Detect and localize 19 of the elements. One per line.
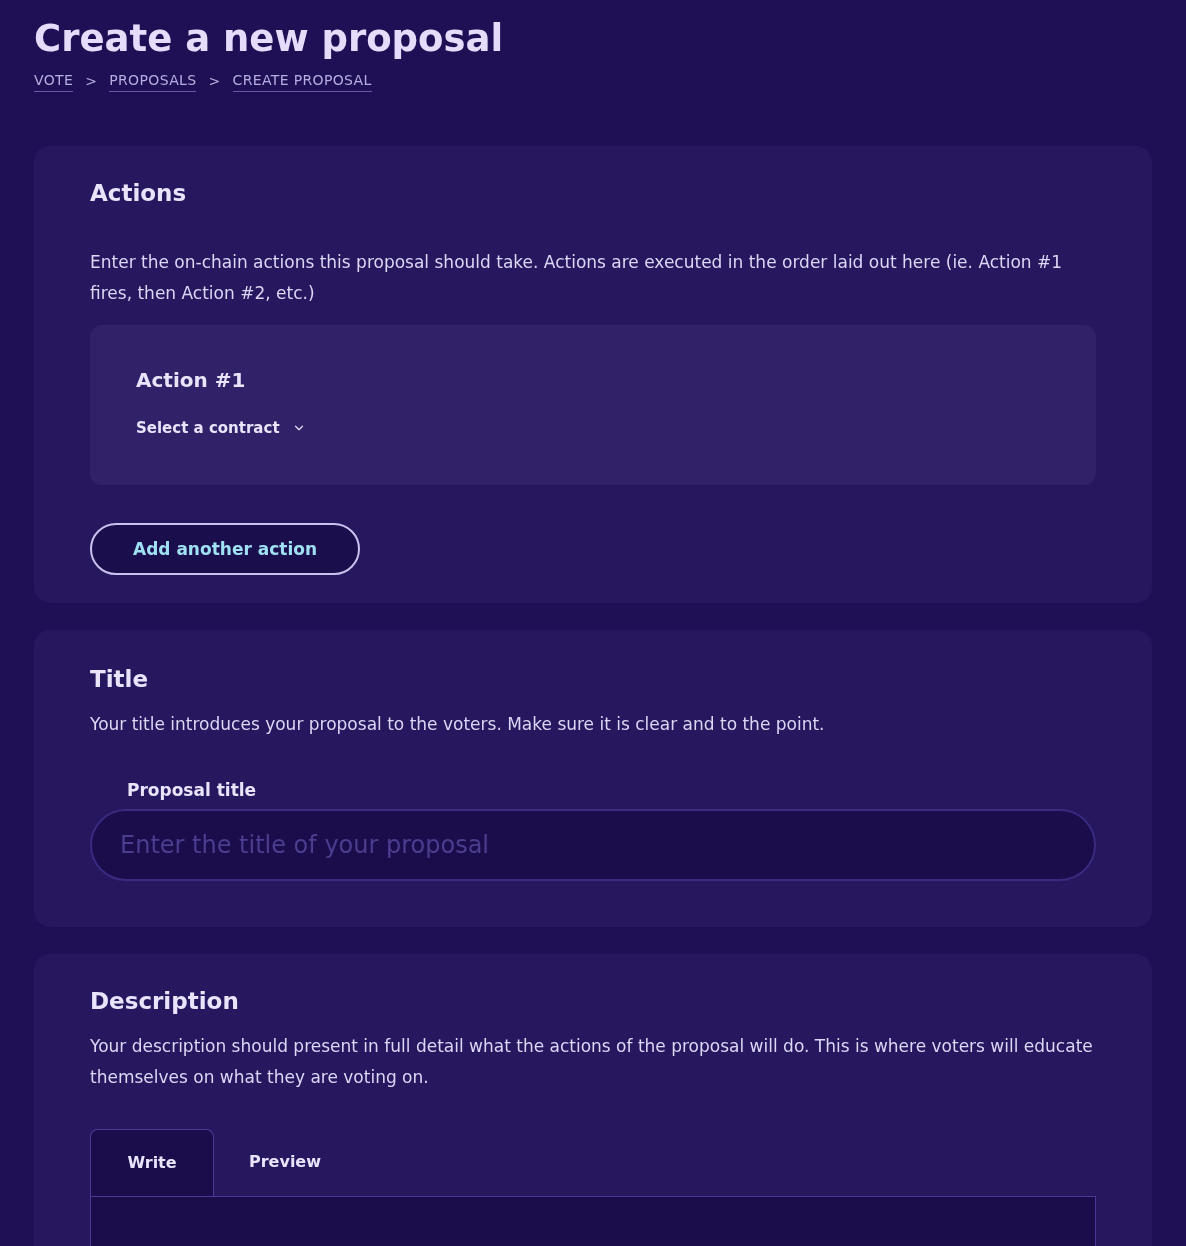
editor-tab[interactable]: Write [90,1128,214,1196]
section-heading: Title [90,665,149,695]
action-title: Action #1 [136,366,246,394]
section-description: Your description should present in full detail what the actions of the proposal will do. This is where voters will educate themselves on what they are voting on. [90,1034,1094,1089]
breadcrumb-separator: > [85,71,98,91]
editor-tab[interactable]: Preview [214,1128,356,1196]
section-heading: Actions [90,179,187,209]
contract-dropdown[interactable]: Select a contract [136,416,306,440]
page-title: Create a new proposal [34,16,504,62]
breadcrumb-link[interactable]: PROPOSALS [109,70,197,93]
section-description: Your title introduces your proposal to the voters. Make sure it is clear and to the point. [90,712,826,736]
field-label: Proposal title [127,778,257,802]
add-action-button[interactable]: Add another action [90,523,360,576]
section-description: Enter the on-chain actions this proposal should take. Actions are executed in the order laid out here (ie. Action #1 fires, then Action #2, etc.) [90,250,1064,305]
breadcrumb-link[interactable]: CREATE PROPOSAL [232,70,372,93]
breadcrumb-separator: > [208,71,221,91]
breadcrumb-link[interactable]: VOTE [34,70,74,93]
section-heading: Description [90,987,239,1017]
proposal-title-field[interactable]: Enter the title of your proposal [90,809,1096,882]
